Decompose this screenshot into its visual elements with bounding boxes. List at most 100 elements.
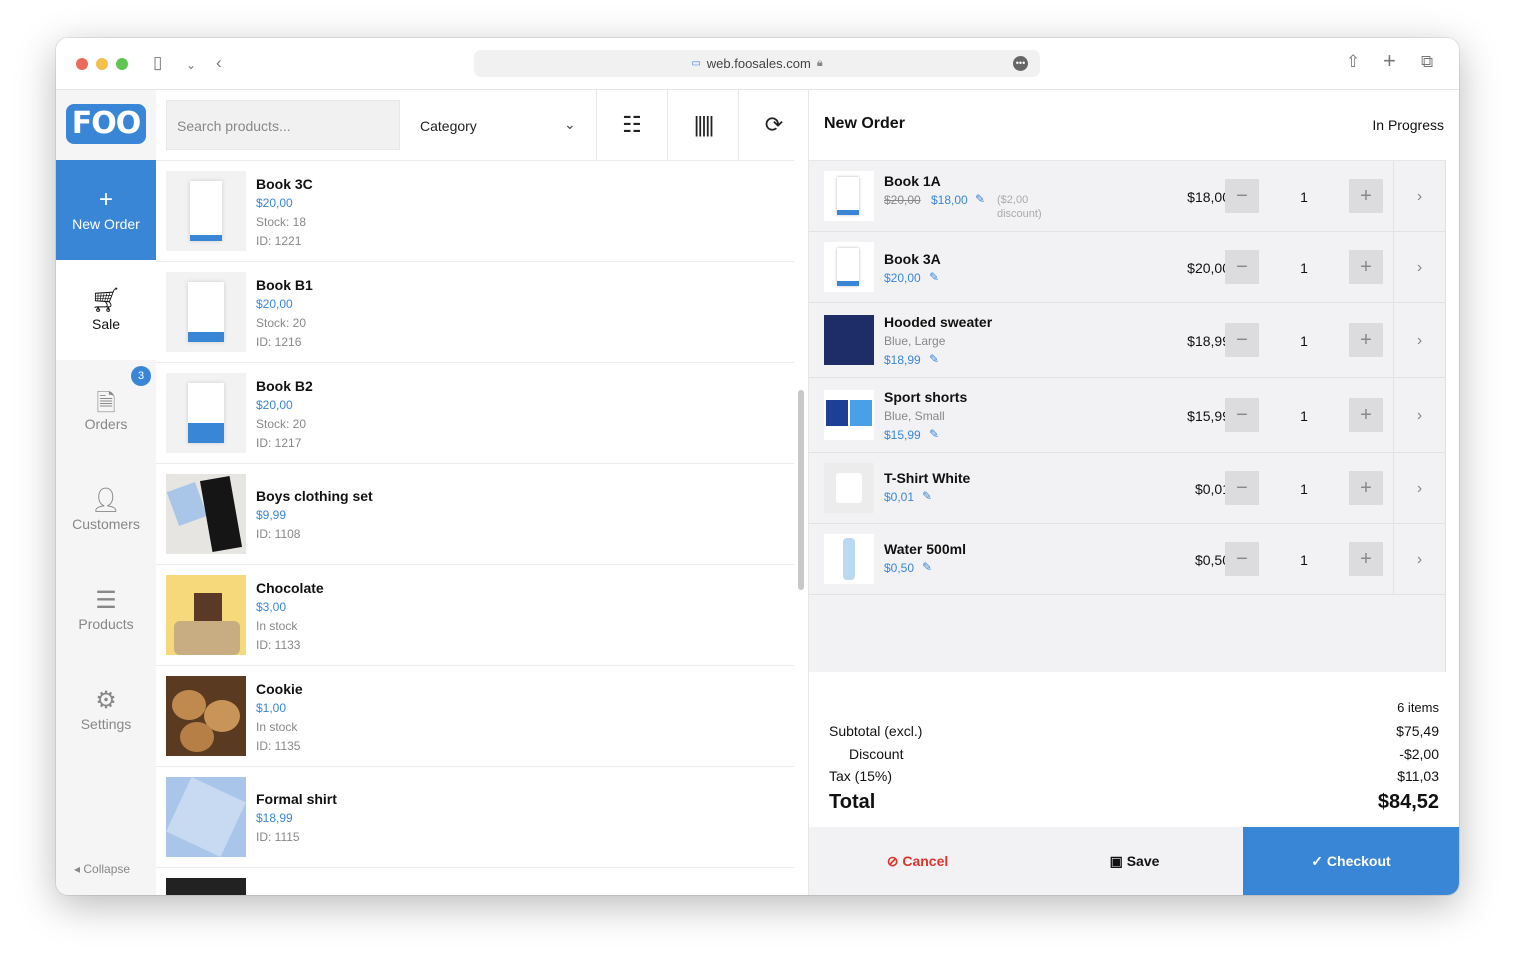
tabs-overview-icon[interactable]: ⧉: [1421, 52, 1433, 72]
order-line[interactable]: T-Shirt White $0,01 ✎ $0,01 − 1 + ›: [809, 453, 1445, 524]
product-stock: Stock: 18: [256, 215, 307, 229]
increase-button[interactable]: +: [1349, 398, 1383, 432]
order-line[interactable]: Book 1A $20,00 $18,00 ✎ ($2,00 discount)…: [809, 161, 1445, 232]
sliders-icon: ☷: [622, 112, 642, 137]
quantity-value[interactable]: 1: [1299, 260, 1309, 276]
product-price: $20,00: [256, 398, 293, 412]
decrease-button[interactable]: −: [1225, 398, 1259, 432]
quantity-value[interactable]: 1: [1299, 189, 1309, 205]
share-icon[interactable]: ⇧: [1346, 52, 1360, 72]
product-row[interactable]: Book B2 $20,00 Stock: 20 ID: 1217: [156, 363, 794, 464]
product-row[interactable]: Chocolate $3,00 In stock ID: 1133: [156, 565, 794, 666]
product-row[interactable]: Book 3C $20,00 Stock: 18 ID: 1221: [156, 161, 794, 262]
order-line[interactable]: Sport shorts Blue, Small $15,99 ✎ $15,99…: [809, 378, 1445, 453]
product-row[interactable]: Boys clothing set $9,99 ID: 1108: [156, 464, 794, 565]
line-total: $15,99: [1187, 408, 1230, 424]
chevron-down-icon[interactable]: ⌄: [564, 116, 576, 133]
product-price: $18,99: [256, 811, 293, 825]
product-list: Book 3C $20,00 Stock: 18 ID: 1221 Book B…: [156, 160, 794, 895]
increase-button[interactable]: +: [1349, 250, 1383, 284]
barcode-icon: |||||: [693, 112, 715, 137]
sidebar-item-products[interactable]: ☰ Products: [56, 560, 156, 660]
decrease-button[interactable]: −: [1225, 250, 1259, 284]
edit-icon[interactable]: ✎: [929, 427, 939, 441]
chevron-down-icon[interactable]: ⌄: [186, 55, 196, 75]
product-panel: Search products... Category ⌄ ☷ ||||| ⟳ …: [156, 90, 809, 895]
edit-icon[interactable]: ✎: [922, 489, 932, 503]
chevron-right-icon[interactable]: ›: [1393, 232, 1445, 303]
order-line[interactable]: Water 500ml $0,50 ✎ $0,50 − 1 + ›: [809, 524, 1445, 595]
more-icon[interactable]: •••: [1013, 56, 1028, 71]
save-button[interactable]: ▣ Save: [1026, 827, 1243, 895]
product-row[interactable]: Cookie $1,00 In stock ID: 1135: [156, 666, 794, 767]
back-icon[interactable]: ‹: [216, 53, 222, 73]
chevron-right-icon[interactable]: ›: [1393, 378, 1445, 453]
chevron-right-icon[interactable]: ›: [1393, 303, 1445, 378]
line-price: $20,00: [884, 271, 921, 285]
line-total: $18,00: [1187, 189, 1230, 205]
filter-button[interactable]: ☷: [596, 90, 667, 160]
product-image: [166, 777, 246, 857]
order-title: New Order: [824, 115, 905, 132]
edit-icon[interactable]: ✎: [975, 192, 985, 206]
new-tab-icon[interactable]: +: [1383, 50, 1396, 72]
edit-icon[interactable]: ✎: [922, 560, 932, 574]
items-count: 6 items: [1397, 700, 1439, 715]
discount-value: -$2,00: [1399, 746, 1439, 762]
increase-button[interactable]: +: [1349, 471, 1383, 505]
product-image: [166, 272, 246, 352]
search-input[interactable]: Search products...: [166, 100, 400, 150]
checkout-button[interactable]: ✓ Checkout: [1243, 827, 1459, 895]
close-window-button[interactable]: [76, 58, 88, 70]
chevron-right-icon[interactable]: ›: [1393, 453, 1445, 524]
sidebar-item-settings[interactable]: ⚙ Settings: [56, 660, 156, 760]
product-image: [166, 373, 246, 453]
increase-button[interactable]: +: [1349, 323, 1383, 357]
checkout-label: Checkout: [1326, 853, 1391, 869]
product-row[interactable]: [156, 868, 794, 895]
foo-logo: FOO: [66, 104, 146, 144]
chevron-right-icon[interactable]: ›: [1393, 524, 1445, 595]
refresh-button[interactable]: ⟳: [738, 90, 809, 160]
increase-button[interactable]: +: [1349, 542, 1383, 576]
increase-button[interactable]: +: [1349, 179, 1383, 213]
product-row[interactable]: Book B1 $20,00 Stock: 20 ID: 1216: [156, 262, 794, 363]
zoom-window-button[interactable]: [116, 58, 128, 70]
scrollbar[interactable]: [798, 390, 804, 590]
new-order-button[interactable]: + New Order: [56, 160, 156, 260]
product-price: $9,99: [256, 508, 287, 522]
line-price: $15,99: [884, 428, 921, 442]
product-stock: In stock: [256, 619, 298, 633]
minimize-window-button[interactable]: [96, 58, 108, 70]
check-icon: ✓: [1311, 853, 1324, 869]
edit-icon[interactable]: ✎: [929, 352, 939, 366]
browser-window: ▯ ⌄ ‹ ▭ web.foosales.com 🔒︎ ••• ⇧ + ⧉ FO…: [56, 38, 1459, 895]
quantity-value[interactable]: 1: [1299, 333, 1309, 349]
order-line[interactable]: Hooded sweater Blue, Large $18,99 ✎ $18,…: [809, 303, 1445, 378]
edit-icon[interactable]: ✎: [929, 270, 939, 284]
sidebar-toggle-icon[interactable]: ▯: [153, 53, 162, 73]
product-stock: In stock: [256, 720, 298, 734]
sidebar-item-sale[interactable]: 🛒︎ Sale: [56, 260, 156, 360]
address-bar[interactable]: ▭ web.foosales.com 🔒︎ •••: [474, 50, 1040, 77]
product-row[interactable]: Formal shirt $18,99 ID: 1115: [156, 767, 794, 868]
chevron-right-icon[interactable]: ›: [1393, 161, 1445, 232]
quantity-value[interactable]: 1: [1299, 552, 1309, 568]
decrease-button[interactable]: −: [1225, 179, 1259, 213]
barcode-button[interactable]: |||||: [667, 90, 738, 160]
sidebar-item-orders[interactable]: 3 🗎 Orders: [56, 360, 156, 460]
order-line[interactable]: Book 3A $20,00 ✎ $20,00 − 1 + ›: [809, 232, 1445, 303]
product-stock: Stock: 20: [256, 316, 307, 330]
quantity-value[interactable]: 1: [1299, 408, 1309, 424]
sidebar-item-customers[interactable]: 👤︎ Customers: [56, 460, 156, 560]
quantity-value[interactable]: 1: [1299, 481, 1309, 497]
sale-label: Sale: [91, 316, 121, 332]
decrease-button[interactable]: −: [1225, 471, 1259, 505]
order-status: In Progress: [1372, 117, 1444, 133]
collapse-button[interactable]: ◂ Collapse: [74, 862, 130, 876]
cancel-button[interactable]: ⊘ Cancel: [809, 827, 1026, 895]
decrease-button[interactable]: −: [1225, 323, 1259, 357]
category-select[interactable]: Category: [420, 118, 477, 134]
order-totals: 6 items Subtotal (excl.) $75,49 Discount…: [809, 672, 1459, 827]
decrease-button[interactable]: −: [1225, 542, 1259, 576]
